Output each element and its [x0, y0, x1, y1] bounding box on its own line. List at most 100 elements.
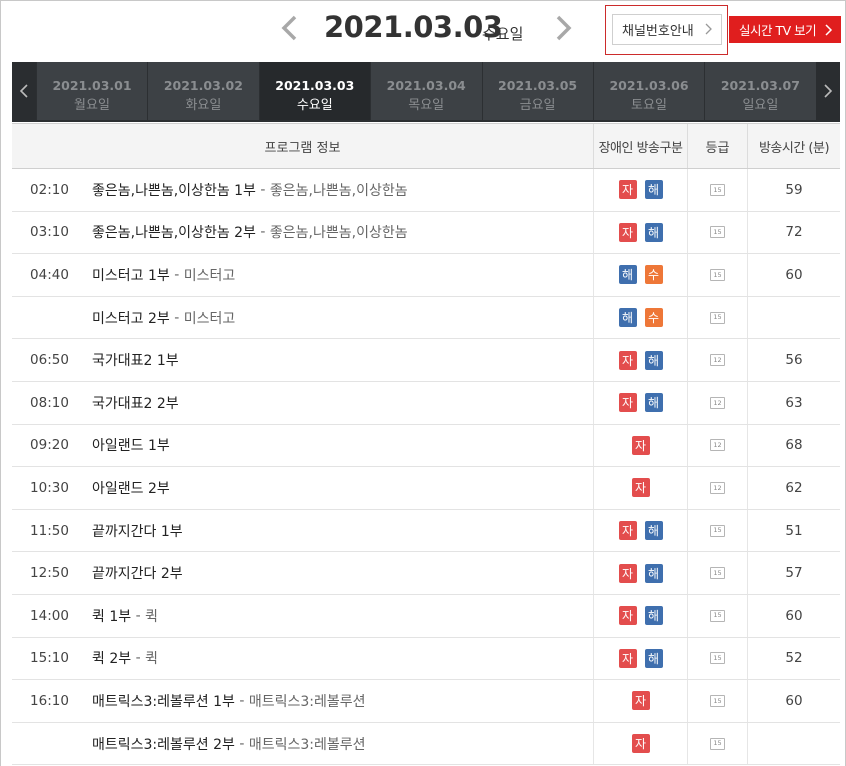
accessibility-badge: 자 — [618, 648, 637, 668]
tab-date: 2021.03.05 — [498, 78, 578, 93]
program-info: 아일랜드 2부 — [92, 467, 592, 509]
chevron-left-icon — [281, 15, 297, 41]
grade-icon: 15 — [710, 226, 725, 239]
program-title[interactable]: 국가대표2 1부 — [92, 350, 179, 370]
date-tab-2021.03.02[interactable]: 2021.03.02 화요일 — [147, 62, 258, 120]
program-title[interactable]: 끝까지간다 1부 — [92, 521, 183, 541]
program-title[interactable]: 미스터고 1부 — [92, 265, 170, 285]
accessibility-badge: 자 — [618, 606, 637, 626]
accessibility-cell: 자해 — [593, 381, 687, 424]
accessibility-cell: 자해 — [593, 509, 687, 552]
program-time: 10:30 — [30, 479, 69, 496]
grade-icon: 15 — [710, 268, 725, 281]
program-duration: 63 — [747, 381, 840, 424]
date-tab-2021.03.07[interactable]: 2021.03.07 일요일 — [704, 62, 815, 120]
program-title[interactable]: 끝까지간다 2부 — [92, 563, 183, 583]
table-row: 15:10 퀵 2부 - 퀵 자 해 15 52 — [12, 637, 840, 681]
table-row: 03:10 좋은놈,나쁜놈,이상한놈 2부 - 좋은놈,나쁜놈,이상한놈 자 해 15 7… — [12, 211, 840, 255]
table-row: 02:10 좋은놈,나쁜놈,이상한놈 1부 - 좋은놈,나쁜놈,이상한놈 자 해 15 5… — [12, 169, 840, 212]
accessibility-cell: 자해 — [593, 637, 687, 680]
program-subtitle: 좋은놈,나쁜놈,이상한놈 — [269, 225, 408, 242]
current-weekday: 수요일 — [482, 25, 524, 43]
accessibility-cell: 자해 — [593, 594, 687, 637]
date-tab-2021.03.04[interactable]: 2021.03.04 목요일 — [370, 62, 481, 120]
table-row: 06:50 국가대표2 1부 자 해 12 56 — [12, 339, 840, 382]
accessibility-badge: 해 — [618, 308, 637, 328]
prev-day-button[interactable] — [278, 12, 302, 44]
program-info: 끝까지간다 2부 — [92, 552, 592, 594]
accessibility-cell: 자해 — [593, 211, 687, 254]
program-title[interactable]: 좋은놈,나쁜놈,이상한놈 2부 — [92, 222, 256, 242]
accessibility-badge: 자 — [618, 393, 637, 413]
program-info: 국가대표2 2부 — [92, 382, 592, 424]
grade-cell: 15 — [687, 254, 747, 296]
program-separator: - — [131, 650, 146, 667]
program-info: 미스터고 2부 - 미스터고 — [92, 297, 592, 339]
accessibility-badge: 자 — [631, 435, 650, 455]
program-time: 02:10 — [30, 181, 69, 198]
channel-guide-button[interactable]: 채널번호안내 — [612, 14, 722, 45]
live-tv-button[interactable]: 실시간 TV 보기 — [729, 16, 841, 43]
program-info: 끝까지간다 1부 — [92, 510, 592, 552]
accessibility-cell: 자 — [593, 467, 687, 509]
date-tab-2021.03.06[interactable]: 2021.03.06 토요일 — [593, 62, 704, 120]
accessibility-badge: 자 — [618, 521, 637, 541]
accessibility-badge: 자 — [631, 478, 650, 498]
grade-icon: 15 — [710, 311, 725, 324]
program-duration: 62 — [747, 467, 840, 509]
program-time: 06:50 — [30, 352, 69, 369]
table-row: 14:00 퀵 1부 - 퀵 자 해 15 60 — [12, 594, 840, 638]
program-title[interactable]: 미스터고 2부 — [92, 308, 170, 328]
accessibility-badge: 해 — [644, 606, 663, 626]
table-row: 12:50 끝까지간다 2부 자 해 15 57 — [12, 552, 840, 595]
accessibility-cell: 자해 — [593, 339, 687, 381]
grade-cell: 15 — [687, 637, 747, 680]
program-title[interactable]: 좋은놈,나쁜놈,이상한놈 1부 — [92, 180, 256, 200]
accessibility-badge: 해 — [644, 350, 663, 370]
program-time: 04:40 — [30, 266, 69, 283]
program-title[interactable]: 아일랜드 1부 — [92, 435, 170, 455]
tab-prev-button[interactable] — [12, 62, 36, 120]
program-title[interactable]: 퀵 2부 — [92, 648, 131, 668]
program-duration: 51 — [747, 509, 840, 552]
program-duration: 57 — [747, 552, 840, 594]
program-time: 15:10 — [30, 650, 69, 667]
accessibility-cell: 해수 — [593, 296, 687, 339]
grade-cell: 15 — [687, 594, 747, 637]
program-title[interactable]: 아일랜드 2부 — [92, 478, 170, 498]
table-row: 09:20 아일랜드 1부 자 12 68 — [12, 424, 840, 468]
program-info: 퀵 1부 - 퀵 — [92, 595, 592, 637]
accessibility-cell: 자해 — [593, 552, 687, 594]
program-title[interactable]: 매트릭스3:레볼루션 1부 — [92, 691, 235, 711]
next-day-button[interactable] — [551, 12, 575, 44]
tab-date: 2021.03.03 — [275, 78, 355, 93]
program-info: 매트릭스3:레볼루션 2부 - 매트릭스3:레볼루션 — [92, 723, 592, 765]
accessibility-badge: 해 — [644, 563, 663, 583]
grade-icon: 15 — [710, 652, 725, 665]
grade-icon: 15 — [710, 567, 725, 580]
grade-cell: 12 — [687, 424, 747, 467]
grade-cell: 15 — [687, 552, 747, 594]
accessibility-badge: 자 — [618, 222, 637, 242]
date-tab-2021.03.05[interactable]: 2021.03.05 금요일 — [481, 62, 593, 120]
grade-cell: 15 — [687, 211, 747, 254]
program-title[interactable]: 퀵 1부 — [92, 606, 131, 626]
tab-next-button[interactable] — [816, 62, 840, 120]
date-tab-bar: 2021.03.01 월요일 2021.03.02 화요일 2021.03.03 수요일 2… — [12, 62, 840, 122]
program-separator: - — [131, 607, 146, 624]
date-tab-2021.03.01[interactable]: 2021.03.01 월요일 — [36, 62, 147, 120]
program-title[interactable]: 국가대표2 2부 — [92, 393, 179, 413]
channel-guide-label: 채널번호안내 — [622, 24, 694, 39]
tab-date: 2021.03.07 — [720, 78, 800, 93]
table-row: 매트릭스3:레볼루션 2부 - 매트릭스3:레볼루션 자 15 — [12, 722, 840, 766]
grade-cell: 15 — [687, 722, 747, 765]
program-title[interactable]: 매트릭스3:레볼루션 2부 — [92, 734, 235, 754]
program-subtitle: 매트릭스3:레볼루션 — [248, 693, 366, 710]
program-info: 좋은놈,나쁜놈,이상한놈 1부 - 좋은놈,나쁜놈,이상한놈 — [92, 169, 592, 211]
tab-weekday: 일요일 — [742, 98, 779, 113]
date-tab-2021.03.03[interactable]: 2021.03.03 수요일 — [258, 62, 370, 120]
channel-guide-highlight: 채널번호안내 — [605, 5, 728, 55]
program-info: 미스터고 1부 - 미스터고 — [92, 254, 592, 296]
grade-icon: 15 — [710, 524, 725, 537]
grade-cell: 15 — [687, 509, 747, 552]
